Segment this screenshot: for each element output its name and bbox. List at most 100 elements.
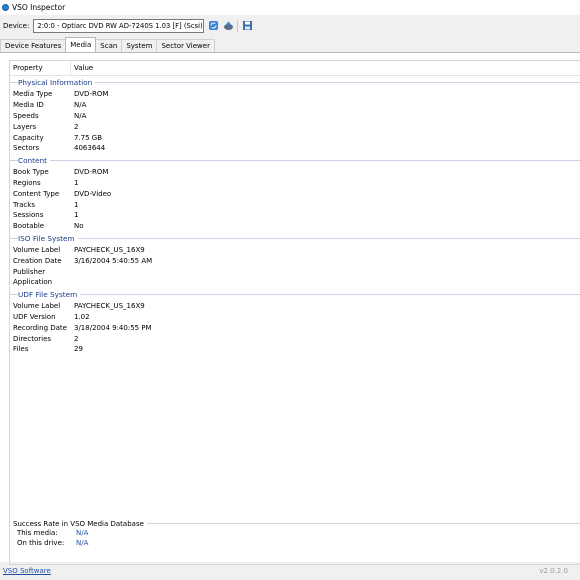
- this-media-value: N/A: [76, 529, 89, 537]
- property-name: Creation Date: [13, 256, 62, 265]
- property-value: N/A: [74, 111, 87, 120]
- toolbar-separator: [237, 19, 239, 32]
- eject-icon: [223, 21, 233, 30]
- tab-label: Device Features: [5, 42, 62, 50]
- group-title: UDF File System: [10, 288, 580, 301]
- property-name: Speeds: [13, 111, 39, 120]
- tab-media[interactable]: Media: [65, 37, 97, 52]
- property-value: 1: [74, 211, 79, 220]
- property-name: Media ID: [13, 101, 44, 110]
- property-value: PAYCHECK_US_16X9: [74, 302, 145, 311]
- tab-label: System: [126, 42, 153, 50]
- property-value: PAYCHECK_US_16X9: [74, 245, 145, 254]
- media-panel: Property Value Physical Information Medi…: [0, 52, 580, 565]
- table-row[interactable]: UDF Version 1.02: [10, 312, 580, 323]
- property-value: DVD-Video: [74, 189, 112, 198]
- table-row[interactable]: Volume Label PAYCHECK_US_16X9: [10, 301, 580, 312]
- property-value: 3/18/2004 9:40:55 PM: [74, 323, 152, 332]
- table-row[interactable]: Content Type DVD-Video: [10, 188, 580, 199]
- property-value: 4063644: [74, 144, 106, 153]
- app-logo-icon: [2, 4, 9, 11]
- group-title: Content: [10, 154, 580, 167]
- property-name: Media Type: [13, 90, 53, 99]
- property-name: Files: [13, 345, 29, 354]
- column-header-property[interactable]: Property: [10, 61, 71, 75]
- save-button[interactable]: [241, 20, 253, 32]
- property-name: Recording Date: [13, 323, 67, 332]
- property-name: Directories: [13, 334, 52, 343]
- property-value: DVD-ROM: [74, 168, 109, 177]
- table-row[interactable]: Files 29: [10, 344, 580, 355]
- table-row[interactable]: Bootable No: [10, 221, 580, 232]
- save-icon: [242, 21, 252, 30]
- table-row[interactable]: Sectors 4063644: [10, 143, 580, 154]
- property-grid[interactable]: Property Value Physical Information Medi…: [9, 60, 580, 565]
- table-row[interactable]: Creation Date 3/16/2004 5:40:55 AM: [10, 255, 580, 266]
- eject-button[interactable]: [222, 20, 234, 32]
- table-row[interactable]: Application: [10, 277, 580, 288]
- property-value: DVD-ROM: [74, 90, 109, 99]
- success-rate-header: Success Rate in VSO Media Database: [9, 519, 580, 528]
- success-rate-title: Success Rate in VSO Media Database: [10, 519, 147, 528]
- window-title: VSO Inspector: [12, 3, 66, 12]
- table-row[interactable]: Media ID N/A: [10, 100, 580, 111]
- column-header-value[interactable]: Value: [71, 61, 93, 75]
- group-title-text: UDF File System: [18, 289, 81, 299]
- table-row[interactable]: Capacity 7.75 GB: [10, 132, 580, 143]
- group-title-text: Content: [18, 155, 51, 165]
- vso-software-link[interactable]: VSO Software: [3, 567, 51, 575]
- property-name: Book Type: [13, 168, 49, 177]
- property-name: Capacity: [13, 133, 44, 142]
- success-row-media: This media: N/A: [9, 528, 580, 538]
- table-row[interactable]: Directories 2: [10, 333, 580, 344]
- property-name: UDF Version: [13, 312, 56, 321]
- property-value: 2: [74, 122, 79, 131]
- property-name: Volume Label: [13, 245, 61, 254]
- property-name: Sectors: [13, 144, 40, 153]
- this-drive-label: On this drive:: [17, 539, 65, 547]
- table-row[interactable]: Publisher: [10, 266, 580, 277]
- property-value: N/A: [74, 101, 87, 110]
- tab-device-features[interactable]: Device Features: [0, 39, 67, 52]
- group-title-text: Physical Information: [18, 78, 96, 87]
- table-row[interactable]: Sessions 1: [10, 210, 580, 221]
- property-value: 7.75 GB: [74, 133, 103, 142]
- property-value: 29: [74, 345, 83, 354]
- table-row[interactable]: Speeds N/A: [10, 111, 580, 122]
- table-row[interactable]: Tracks 1: [10, 199, 580, 210]
- version-label: v2.0.2.0: [539, 567, 568, 575]
- group-iso-file-system: ISO File System Volume Label PAYCHECK_US_…: [10, 232, 580, 288]
- refresh-icon: [208, 21, 218, 30]
- group-content: Content Book Type DVD-ROM Regions 1 Conten…: [10, 154, 580, 232]
- toolbar: Device: 2:0:0 - Optiarc DVD RW AD-7240S …: [0, 15, 580, 36]
- tab-system[interactable]: System: [121, 39, 158, 52]
- table-row[interactable]: Book Type DVD-ROM: [10, 167, 580, 178]
- tab-label: Sector Viewer: [161, 42, 210, 50]
- property-value: 1.02: [74, 312, 90, 321]
- property-value: No: [74, 222, 84, 231]
- tab-sector-viewer[interactable]: Sector Viewer: [156, 39, 215, 52]
- property-value: 1: [74, 178, 79, 187]
- table-row[interactable]: Media Type DVD-ROM: [10, 89, 580, 100]
- device-select-value: 2:0:0 - Optiarc DVD RW AD-7240S 1.03 [F]…: [37, 21, 203, 30]
- grid-header: Property Value: [10, 61, 580, 76]
- table-row[interactable]: Recording Date 3/18/2004 9:40:55 PM: [10, 322, 580, 333]
- table-row[interactable]: Volume Label PAYCHECK_US_16X9: [10, 245, 580, 256]
- tab-label: Scan: [100, 42, 118, 50]
- property-value: 1: [74, 200, 79, 209]
- group-title: ISO File System: [10, 232, 580, 245]
- tab-scan[interactable]: Scan: [95, 39, 123, 52]
- success-rate-box: Success Rate in VSO Media Database This …: [9, 519, 580, 550]
- refresh-button[interactable]: [207, 20, 219, 32]
- this-drive-value: N/A: [76, 539, 89, 547]
- table-row[interactable]: Regions 1: [10, 178, 580, 189]
- property-value: 2: [74, 334, 79, 343]
- success-row-drive: On this drive: N/A: [9, 538, 580, 548]
- device-select[interactable]: 2:0:0 - Optiarc DVD RW AD-7240S 1.03 [F]…: [33, 18, 205, 33]
- table-row[interactable]: Layers 2: [10, 121, 580, 132]
- property-name: Publisher: [13, 267, 46, 276]
- property-name: Application: [13, 278, 53, 287]
- this-media-label: This media:: [17, 529, 58, 537]
- property-name: Volume Label: [13, 302, 61, 311]
- property-name: Tracks: [13, 200, 35, 209]
